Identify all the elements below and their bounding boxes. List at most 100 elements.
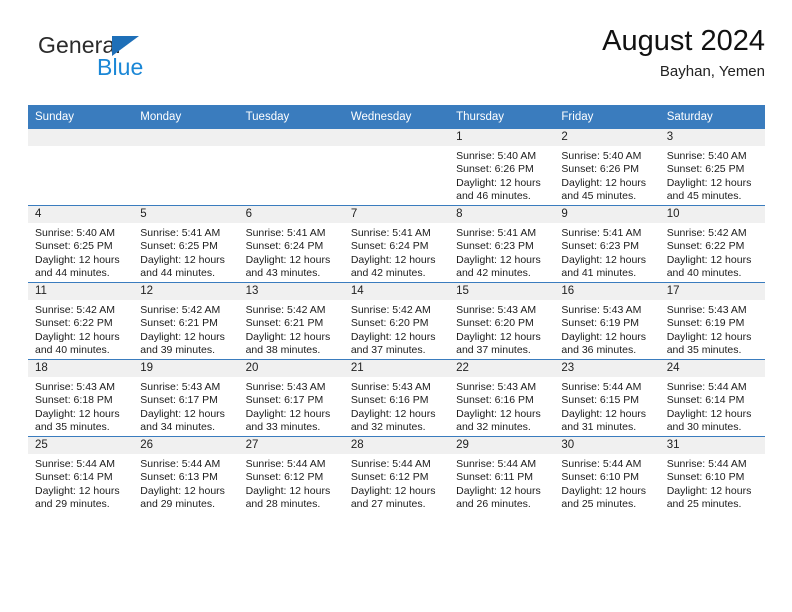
day-details: Sunrise: 5:44 AM Sunset: 6:10 PM Daylight:… xyxy=(554,454,659,512)
sunrise-text: Sunrise: 5:43 AM xyxy=(456,304,537,316)
sunrise-text: Sunrise: 5:41 AM xyxy=(456,227,537,239)
daylight-text: Daylight: 12 hours and 36 minutes. xyxy=(561,330,647,357)
sunrise-text: Sunrise: 5:41 AM xyxy=(350,227,431,239)
calendar-week-row: 11 Sunrise: 5:42 AM Sunset: 6:22 PM Dayligh… xyxy=(28,282,765,360)
day-number: 19 xyxy=(133,360,239,377)
daylight-text: Daylight: 12 hours and 42 minutes. xyxy=(456,253,541,280)
calendar-table: Sunday Monday Tuesday Wednesday Thursday Frid… xyxy=(28,105,765,513)
calendar-day-cell[interactable]: 27 Sunrise: 5:44 AM Sunset: 6:12 PM Dayligh… xyxy=(238,436,344,513)
calendar-day-cell[interactable]: 8 Sunrise: 5:41 AM Sunset: 6:23 PM Daylight… xyxy=(449,205,555,283)
calendar-day-cell[interactable]: 12 Sunrise: 5:42 AM Sunset: 6:21 PM Dayligh… xyxy=(133,282,239,360)
calendar-day-cell[interactable]: 4 Sunrise: 5:40 AM Sunset: 6:25 PM Daylight… xyxy=(28,205,134,283)
sunset-text: Sunset: 6:18 PM xyxy=(35,394,113,407)
daylight-text: Daylight: 12 hours and 29 minutes. xyxy=(35,484,120,511)
calendar-day-cell[interactable]: 17 Sunrise: 5:43 AM Sunset: 6:19 PM Dayligh… xyxy=(659,282,765,360)
day-number xyxy=(238,129,344,146)
daylight-text: Daylight: 12 hours and 40 minutes. xyxy=(35,330,120,357)
day-details: Sunrise: 5:44 AM Sunset: 6:10 PM Daylight:… xyxy=(660,454,765,512)
daylight-text: Daylight: 12 hours and 28 minutes. xyxy=(245,484,331,511)
sunset-text: Sunset: 6:26 PM xyxy=(456,163,534,176)
daylight-text: Daylight: 12 hours and 40 minutes. xyxy=(666,253,752,280)
logo-triangle-icon xyxy=(112,36,139,56)
day-number: 2 xyxy=(554,129,660,146)
daylight-text: Daylight: 12 hours and 32 minutes. xyxy=(350,407,436,434)
daylight-text: Daylight: 12 hours and 45 minutes. xyxy=(561,176,647,203)
calendar-day-cell[interactable]: 18 Sunrise: 5:43 AM Sunset: 6:18 PM Dayligh… xyxy=(28,359,134,437)
calendar-week-row: 4 Sunrise: 5:40 AM Sunset: 6:25 PM Daylight… xyxy=(28,205,765,283)
day-number xyxy=(133,129,239,146)
calendar-page: General Blue August 2024 Bayhan, Yemen S… xyxy=(0,0,792,612)
calendar-day-cell[interactable]: 5 Sunrise: 5:41 AM Sunset: 6:25 PM Daylight… xyxy=(133,205,239,283)
calendar-day-cell[interactable]: 23 Sunrise: 5:44 AM Sunset: 6:15 PM Dayligh… xyxy=(554,359,660,437)
sunrise-text: Sunrise: 5:40 AM xyxy=(561,150,642,162)
calendar-day-cell[interactable]: 30 Sunrise: 5:44 AM Sunset: 6:10 PM Dayligh… xyxy=(554,436,660,513)
calendar-day-cell[interactable]: 26 Sunrise: 5:44 AM Sunset: 6:13 PM Dayligh… xyxy=(133,436,239,513)
day-number: 30 xyxy=(554,437,660,454)
weekday-header-tuesday: Tuesday xyxy=(238,105,344,129)
calendar-week-row: 1 Sunrise: 5:40 AM Sunset: 6:26 PM Daylight… xyxy=(28,129,765,206)
day-number: 28 xyxy=(343,437,450,454)
daylight-text: Daylight: 12 hours and 35 minutes. xyxy=(35,407,120,434)
daylight-text: Daylight: 12 hours and 34 minutes. xyxy=(140,407,225,434)
calendar-day-cell[interactable]: 3 Sunrise: 5:40 AM Sunset: 6:25 PM Daylight… xyxy=(659,129,765,206)
daylight-text: Daylight: 12 hours and 37 minutes. xyxy=(456,330,541,357)
calendar-day-cell[interactable]: 2 Sunrise: 5:40 AM Sunset: 6:26 PM Daylight… xyxy=(554,129,660,206)
day-number: 24 xyxy=(659,360,765,377)
sunrise-text: Sunrise: 5:44 AM xyxy=(666,381,747,393)
sunrise-text: Sunrise: 5:41 AM xyxy=(140,227,221,239)
calendar-day-cell[interactable]: 25 Sunrise: 5:44 AM Sunset: 6:14 PM Dayligh… xyxy=(28,436,134,513)
day-number: 21 xyxy=(343,360,450,377)
calendar-header-row: Sunday Monday Tuesday Wednesday Thursday Frid… xyxy=(28,105,765,129)
sunset-text: Sunset: 6:10 PM xyxy=(561,471,640,484)
calendar-day-cell[interactable]: 31 Sunrise: 5:44 AM Sunset: 6:10 PM Dayligh… xyxy=(659,436,765,513)
calendar-week-row: 25 Sunrise: 5:44 AM Sunset: 6:14 PM Dayligh… xyxy=(28,436,765,513)
sunset-text: Sunset: 6:12 PM xyxy=(245,471,324,484)
logo-text-blue: Blue xyxy=(97,54,144,80)
daylight-text: Daylight: 12 hours and 46 minutes. xyxy=(456,176,541,203)
day-details: Sunrise: 5:43 AM Sunset: 6:20 PM Daylight:… xyxy=(449,300,554,358)
weekday-header-thursday: Thursday xyxy=(449,105,555,129)
calendar-day-cell[interactable]: 16 Sunrise: 5:43 AM Sunset: 6:19 PM Dayligh… xyxy=(554,282,660,360)
calendar-day-cell[interactable]: 29 Sunrise: 5:44 AM Sunset: 6:11 PM Dayligh… xyxy=(449,436,555,513)
sunset-text: Sunset: 6:20 PM xyxy=(456,317,534,330)
weekday-header-sunday: Sunday xyxy=(28,105,134,129)
calendar-day-cell-empty xyxy=(28,129,134,206)
day-details: Sunrise: 5:40 AM Sunset: 6:26 PM Daylight:… xyxy=(554,146,659,204)
day-details: Sunrise: 5:44 AM Sunset: 6:14 PM Daylight:… xyxy=(660,377,765,435)
daylight-text: Daylight: 12 hours and 45 minutes. xyxy=(666,176,752,203)
sunrise-text: Sunrise: 5:43 AM xyxy=(456,381,537,393)
day-details: Sunrise: 5:43 AM Sunset: 6:17 PM Daylight:… xyxy=(133,377,238,435)
sunset-text: Sunset: 6:19 PM xyxy=(666,317,745,330)
weekday-header-friday: Friday xyxy=(554,105,660,129)
generalblue-logo[interactable]: General Blue xyxy=(38,32,218,90)
day-number: 3 xyxy=(659,129,765,146)
day-number: 11 xyxy=(28,283,134,300)
day-details: Sunrise: 5:41 AM Sunset: 6:23 PM Daylight:… xyxy=(449,223,554,281)
calendar-day-cell[interactable]: 19 Sunrise: 5:43 AM Sunset: 6:17 PM Dayligh… xyxy=(133,359,239,437)
daylight-text: Daylight: 12 hours and 29 minutes. xyxy=(140,484,225,511)
daylight-text: Daylight: 12 hours and 37 minutes. xyxy=(350,330,436,357)
daylight-text: Daylight: 12 hours and 30 minutes. xyxy=(666,407,752,434)
sunset-text: Sunset: 6:10 PM xyxy=(666,471,745,484)
calendar-day-cell[interactable]: 15 Sunrise: 5:43 AM Sunset: 6:20 PM Dayligh… xyxy=(449,282,555,360)
day-details: Sunrise: 5:41 AM Sunset: 6:25 PM Daylight:… xyxy=(133,223,238,281)
sunset-text: Sunset: 6:23 PM xyxy=(561,240,640,253)
calendar-day-cell[interactable]: 14 Sunrise: 5:42 AM Sunset: 6:20 PM Dayligh… xyxy=(343,282,450,360)
calendar-day-cell[interactable]: 10 Sunrise: 5:42 AM Sunset: 6:22 PM Dayligh… xyxy=(659,205,765,283)
calendar-day-cell[interactable]: 7 Sunrise: 5:41 AM Sunset: 6:24 PM Daylight… xyxy=(343,205,450,283)
calendar-day-cell[interactable]: 9 Sunrise: 5:41 AM Sunset: 6:23 PM Daylight… xyxy=(554,205,660,283)
sunrise-text: Sunrise: 5:41 AM xyxy=(245,227,326,239)
sunrise-text: Sunrise: 5:40 AM xyxy=(35,227,115,239)
sunset-text: Sunset: 6:25 PM xyxy=(35,240,113,253)
calendar-day-cell[interactable]: 21 Sunrise: 5:43 AM Sunset: 6:16 PM Dayligh… xyxy=(343,359,450,437)
calendar-day-cell[interactable]: 11 Sunrise: 5:42 AM Sunset: 6:22 PM Dayligh… xyxy=(28,282,134,360)
calendar-day-cell[interactable]: 20 Sunrise: 5:43 AM Sunset: 6:17 PM Dayligh… xyxy=(238,359,344,437)
calendar-day-cell[interactable]: 13 Sunrise: 5:42 AM Sunset: 6:21 PM Dayligh… xyxy=(238,282,344,360)
calendar-day-cell[interactable]: 6 Sunrise: 5:41 AM Sunset: 6:24 PM Daylight… xyxy=(238,205,344,283)
day-number: 18 xyxy=(28,360,134,377)
calendar-day-cell[interactable]: 24 Sunrise: 5:44 AM Sunset: 6:14 PM Dayligh… xyxy=(659,359,765,437)
calendar-day-cell[interactable]: 1 Sunrise: 5:40 AM Sunset: 6:26 PM Daylight… xyxy=(449,129,555,206)
calendar-day-cell[interactable]: 28 Sunrise: 5:44 AM Sunset: 6:12 PM Dayligh… xyxy=(343,436,450,513)
calendar-day-cell[interactable]: 22 Sunrise: 5:43 AM Sunset: 6:16 PM Dayligh… xyxy=(449,359,555,437)
daylight-text: Daylight: 12 hours and 26 minutes. xyxy=(456,484,541,511)
